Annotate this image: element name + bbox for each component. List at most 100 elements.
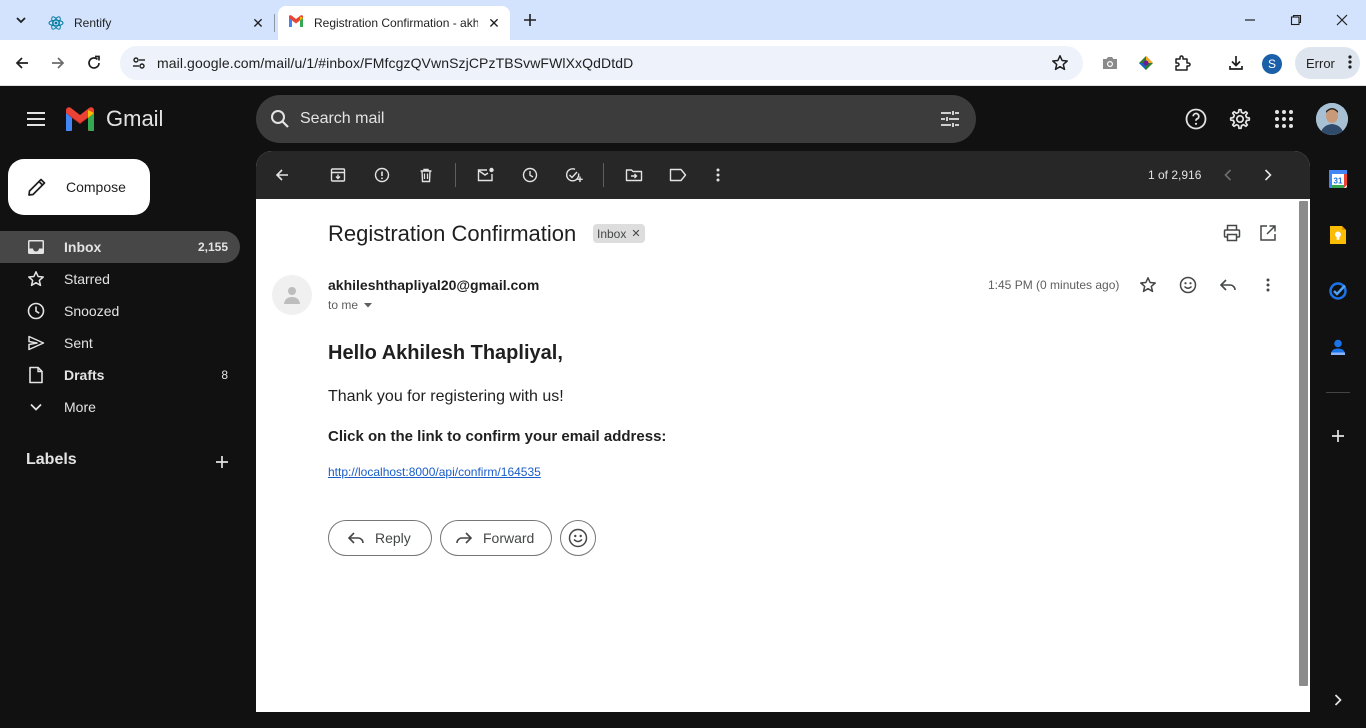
archive-icon <box>330 168 346 182</box>
show-side-panel-button[interactable] <box>1326 688 1350 712</box>
sender-avatar[interactable] <box>272 275 312 315</box>
reload-icon <box>88 55 100 69</box>
main-menu-button[interactable] <box>22 105 50 133</box>
more-vert-icon <box>1266 278 1270 292</box>
reload-button[interactable] <box>80 49 108 77</box>
arrow-left-icon <box>15 57 28 69</box>
nav-item-inbox[interactable]: Inbox 2,155 <box>0 231 240 263</box>
add-reaction-button[interactable] <box>1176 273 1200 297</box>
nav-label: Drafts <box>64 367 105 383</box>
download-icon[interactable] <box>1222 49 1250 77</box>
bookmark-star-icon[interactable] <box>1049 52 1071 74</box>
nav-item-more[interactable]: More <box>0 391 240 423</box>
extensions-puzzle-icon[interactable] <box>1168 49 1196 77</box>
restore-button[interactable] <box>1274 6 1318 34</box>
more-vert-icon <box>716 168 720 182</box>
tab-rentify[interactable]: Rentify ✕ <box>38 6 274 40</box>
emoji-icon <box>568 528 588 548</box>
reply-label: Reply <box>375 530 411 546</box>
emoji-reaction-button[interactable] <box>560 520 596 556</box>
search-icon[interactable] <box>268 107 292 131</box>
draft-icon <box>26 365 46 385</box>
email-subject: Registration Confirmation <box>328 221 577 246</box>
message-time: 1:45 PM (0 minutes ago) <box>988 278 1120 292</box>
close-icon[interactable]: ✕ <box>484 13 504 33</box>
account-avatar[interactable] <box>1316 103 1348 135</box>
nav-item-drafts[interactable]: Drafts 8 <box>0 359 240 391</box>
scrollbar-thumb[interactable] <box>1299 201 1308 686</box>
message-body: Registration Confirmation Inbox ✕ akhile… <box>256 199 1296 712</box>
arrow-right-icon <box>52 57 65 69</box>
keep-app-icon[interactable] <box>1326 223 1350 247</box>
create-label-button[interactable] <box>210 450 234 474</box>
mark-unread-button[interactable] <box>472 161 500 189</box>
search-options-icon[interactable] <box>938 107 962 131</box>
search-input[interactable] <box>300 107 900 131</box>
arrow-left-icon <box>275 169 288 181</box>
profile-avatar[interactable]: S <box>1262 54 1282 74</box>
more-options-button[interactable] <box>704 161 732 189</box>
colorful-extension-icon[interactable] <box>1132 49 1160 77</box>
get-addons-button[interactable] <box>1326 424 1350 448</box>
newer-button[interactable] <box>1214 161 1242 189</box>
hamburger-icon <box>27 112 45 126</box>
react-icon <box>48 15 64 31</box>
older-button[interactable] <box>1254 161 1282 189</box>
new-tab-button[interactable] <box>518 8 542 32</box>
close-window-button[interactable] <box>1320 6 1364 34</box>
recipient-details[interactable]: to me <box>328 298 374 312</box>
reply-button[interactable]: Reply <box>328 520 432 556</box>
nav-item-sent[interactable]: Sent <box>0 327 240 359</box>
message-more-button[interactable] <box>1256 273 1280 297</box>
add-to-tasks-button[interactable] <box>560 161 588 189</box>
gmail-logo[interactable] <box>64 107 96 131</box>
camera-extension-icon[interactable] <box>1096 49 1124 77</box>
error-button[interactable]: Error <box>1295 47 1360 79</box>
tab-title: Registration Confirmation - akh <box>314 16 478 30</box>
star-message-button[interactable] <box>1136 273 1160 297</box>
confirm-link[interactable]: http://localhost:8000/api/confirm/164535 <box>328 465 541 479</box>
label-icon <box>669 168 687 182</box>
open-new-window-button[interactable] <box>1256 221 1280 245</box>
contacts-app-icon[interactable] <box>1326 335 1350 359</box>
side-panel-divider <box>1326 392 1350 393</box>
archive-button[interactable] <box>324 161 352 189</box>
apps-grid-icon[interactable] <box>1270 105 1298 133</box>
label-chip-text: Inbox <box>597 226 627 241</box>
settings-gear-icon[interactable] <box>1226 105 1254 133</box>
forward-button[interactable] <box>44 49 72 77</box>
snooze-button[interactable] <box>516 161 544 189</box>
close-icon[interactable]: ✕ <box>248 13 268 33</box>
remove-label-icon[interactable]: ✕ <box>631 227 640 240</box>
back-button[interactable] <box>8 49 36 77</box>
message-scrollbar[interactable] <box>1297 199 1310 712</box>
toolbar-divider <box>603 163 604 187</box>
nav-item-snoozed[interactable]: Snoozed <box>0 295 240 327</box>
address-bar[interactable]: mail.google.com/mail/u/1/#inbox/FMfcgzQV… <box>120 46 1083 80</box>
site-info-icon[interactable] <box>128 52 150 74</box>
calendar-app-icon[interactable]: 31 <box>1326 167 1350 191</box>
delete-button[interactable] <box>412 161 440 189</box>
nav-item-starred[interactable]: Starred <box>0 263 240 295</box>
compose-button[interactable]: Compose <box>8 159 150 215</box>
help-icon[interactable] <box>1182 105 1210 133</box>
sender-email[interactable]: akhileshthapliyal20@gmail.com <box>328 277 539 293</box>
inbox-label-chip: Inbox ✕ <box>593 224 645 243</box>
back-to-inbox-button[interactable] <box>268 161 296 189</box>
unread-count: 2,155 <box>197 240 228 254</box>
tasks-app-icon[interactable] <box>1326 279 1350 303</box>
print-all-button[interactable] <box>1220 221 1244 245</box>
report-spam-button[interactable] <box>368 161 396 189</box>
tab-registration-confirmation[interactable]: Registration Confirmation - akh ✕ <box>278 6 510 40</box>
labels-button[interactable] <box>664 161 692 189</box>
email-greeting: Hello Akhilesh Thapliyal, <box>328 342 563 364</box>
emoji-icon <box>1179 276 1197 294</box>
move-to-button[interactable] <box>620 161 648 189</box>
tab-search-button[interactable] <box>8 7 34 33</box>
reply-icon-button[interactable] <box>1216 273 1240 297</box>
minimize-button[interactable] <box>1228 6 1272 34</box>
chevron-down-icon <box>26 397 46 417</box>
forward-button[interactable]: Forward <box>440 520 552 556</box>
add-task-icon <box>565 168 583 182</box>
caret-down-icon <box>362 301 374 309</box>
